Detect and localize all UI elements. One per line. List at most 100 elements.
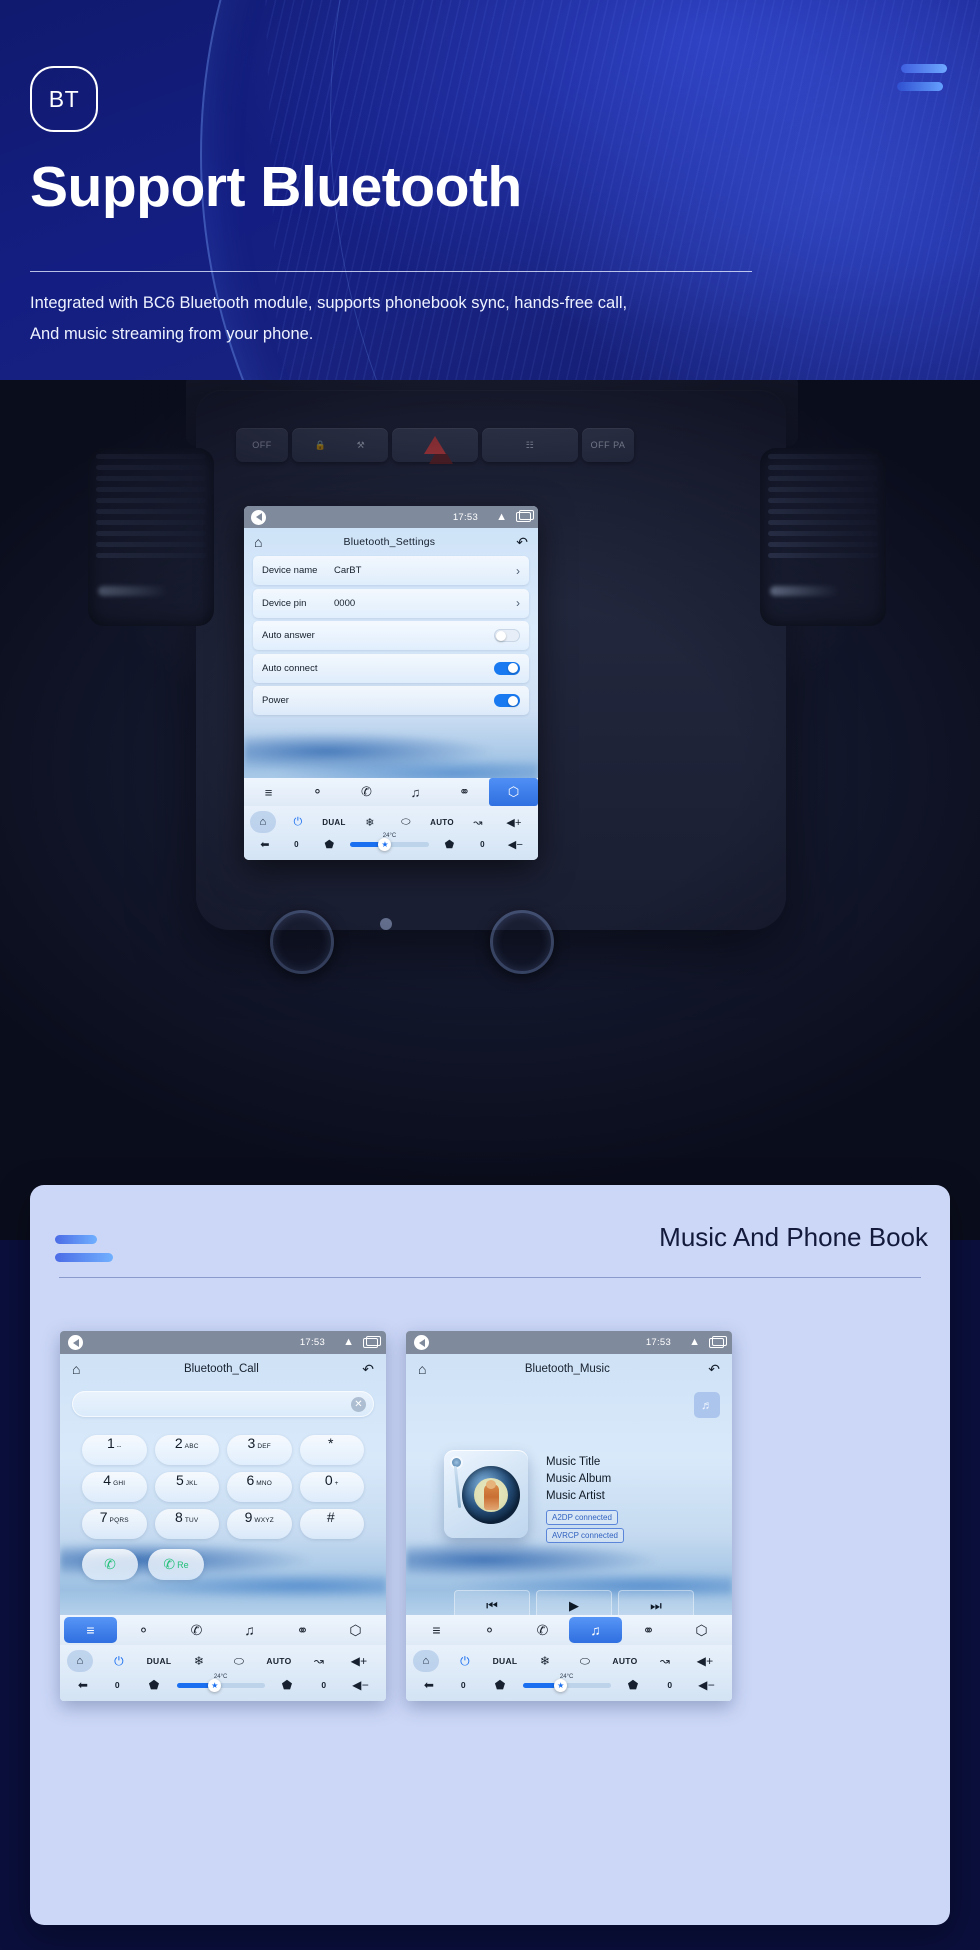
seat-heat-right-icon[interactable]: ⬟ — [433, 838, 466, 851]
temperature-slider-knob[interactable]: ★ — [208, 1678, 222, 1692]
volume-up-icon[interactable]: ◀+ — [496, 816, 532, 829]
climate-auto-button[interactable]: AUTO — [259, 1656, 299, 1666]
temperature-slider-knob[interactable]: ★ — [554, 1678, 568, 1692]
seat-heat-left-icon[interactable]: ⬟ — [482, 1678, 519, 1692]
climate-airflow-icon[interactable]: ↝ — [460, 816, 496, 829]
dock-phone-icon[interactable]: ✆ — [342, 778, 391, 806]
chevron-up-icon[interactable]: ▲ — [689, 1337, 700, 1348]
setting-row-device-name[interactable]: Device name CarBT › — [253, 556, 529, 585]
fan-level-right[interactable]: 0 — [466, 840, 499, 849]
seat-heat-left-icon[interactable]: ⬟ — [313, 838, 346, 851]
home-icon[interactable]: ⌂ — [418, 1362, 426, 1376]
climate-home-icon[interactable]: ⌂ — [250, 811, 276, 833]
climate-defog-icon[interactable]: ⬭ — [219, 1654, 259, 1669]
key-4[interactable]: 4 GHI — [82, 1472, 147, 1502]
dock-settings-icon[interactable]: ⬡ — [489, 778, 538, 806]
climate-home-icon[interactable]: ⌂ — [413, 1650, 439, 1672]
fan-level-right[interactable]: 0 — [651, 1680, 688, 1690]
key-7[interactable]: 7 PQRS — [82, 1509, 147, 1539]
temperature-slider[interactable]: 24°C ★ — [176, 1674, 265, 1692]
status-back-icon[interactable] — [68, 1335, 83, 1350]
climate-dual-button[interactable]: DUAL — [485, 1656, 525, 1666]
seat-heat-left-icon[interactable]: ⬟ — [136, 1678, 173, 1692]
home-icon[interactable]: ⌂ — [72, 1362, 80, 1376]
dock-music-icon[interactable]: ♫ — [569, 1617, 622, 1643]
climate-defog-icon[interactable]: ⬭ — [388, 816, 424, 829]
key-1[interactable]: 1 -- — [82, 1435, 147, 1465]
climate-auto-button[interactable]: AUTO — [605, 1656, 645, 1666]
fan-level-left[interactable]: 0 — [280, 840, 313, 849]
key-hash[interactable]: # — [299, 1509, 364, 1539]
climate-airflow-icon[interactable]: ↝ — [299, 1654, 339, 1668]
auto-answer-toggle[interactable] — [494, 629, 520, 642]
climate-ac-snow-icon[interactable]: ❄ — [352, 816, 388, 829]
music-note-icon[interactable]: ♬ — [694, 1392, 720, 1418]
climate-defog-icon[interactable]: ⬭ — [565, 1654, 605, 1669]
climate-home-icon[interactable]: ⌂ — [67, 1650, 93, 1672]
key-9[interactable]: 9 WXYZ — [227, 1509, 292, 1539]
volume-down-icon[interactable]: ◀− — [499, 838, 532, 851]
seat-heat-right-icon[interactable]: ⬟ — [615, 1678, 652, 1692]
dock-contacts-icon[interactable]: ⚬ — [293, 778, 342, 806]
chevron-up-icon[interactable]: ▲ — [496, 511, 507, 523]
volume-up-icon[interactable]: ◀+ — [339, 1654, 379, 1668]
dock-apps-icon[interactable]: ≡ — [244, 778, 293, 806]
climate-dual-button[interactable]: DUAL — [316, 818, 352, 827]
dock-phone-icon[interactable]: ✆ — [516, 1616, 569, 1644]
volume-down-icon[interactable]: ◀− — [342, 1678, 379, 1692]
return-arrow-icon[interactable]: ↶ — [516, 535, 528, 549]
climate-dual-button[interactable]: DUAL — [139, 1656, 179, 1666]
dock-settings-icon[interactable]: ⬡ — [675, 1616, 728, 1644]
key-3[interactable]: 3 DEF — [227, 1435, 292, 1465]
climate-back-icon[interactable]: ⬅ — [67, 1678, 99, 1692]
key-2[interactable]: 2 ABC — [154, 1435, 219, 1465]
dock-contacts-icon[interactable]: ⚬ — [463, 1616, 516, 1644]
climate-power-icon[interactable]: ⏻ — [280, 816, 316, 829]
status-back-icon[interactable] — [251, 509, 266, 525]
dock-apps-icon[interactable]: ≡ — [64, 1617, 117, 1643]
seat-heat-right-icon[interactable]: ⬟ — [269, 1678, 306, 1692]
home-icon[interactable]: ⌂ — [254, 535, 262, 549]
climate-ac-snow-icon[interactable]: ❄ — [179, 1654, 219, 1668]
fan-level-right[interactable]: 0 — [305, 1680, 342, 1690]
setting-row-auto-answer[interactable]: Auto answer — [253, 621, 529, 650]
climate-back-icon[interactable]: ⬅ — [413, 1678, 445, 1692]
temperature-slider[interactable]: 24°C ★ — [522, 1674, 611, 1692]
volume-up-icon[interactable]: ◀+ — [685, 1654, 725, 1668]
dock-link-icon[interactable]: ⚭ — [440, 778, 489, 806]
key-6[interactable]: 6 MNO — [227, 1472, 292, 1502]
fan-level-left[interactable]: 0 — [99, 1680, 136, 1690]
recents-icon[interactable] — [709, 1335, 727, 1348]
fan-level-left[interactable]: 0 — [445, 1680, 482, 1690]
climate-power-icon[interactable]: ⏻ — [99, 1654, 139, 1669]
recents-icon[interactable] — [516, 510, 534, 522]
dock-link-icon[interactable]: ⚭ — [622, 1616, 675, 1644]
auto-connect-toggle[interactable] — [494, 661, 520, 675]
key-8[interactable]: 8 TUV — [154, 1509, 219, 1539]
dial-number-input[interactable]: ✕ — [72, 1391, 374, 1417]
key-0[interactable]: 0 + — [299, 1472, 364, 1502]
card-menu-icon[interactable] — [55, 1235, 115, 1271]
dock-contacts-icon[interactable]: ⚬ — [117, 1616, 170, 1644]
call-button[interactable]: ✆ — [82, 1549, 138, 1580]
chevron-up-icon[interactable]: ▲ — [343, 1337, 354, 1348]
climate-airflow-icon[interactable]: ↝ — [645, 1654, 685, 1668]
recents-icon[interactable] — [363, 1335, 381, 1348]
climate-power-icon[interactable]: ⏻ — [445, 1654, 485, 1669]
setting-row-device-pin[interactable]: Device pin 0000 › — [253, 588, 529, 618]
power-toggle[interactable] — [494, 694, 520, 707]
key-star[interactable]: * — [299, 1435, 364, 1465]
dock-settings-icon[interactable]: ⬡ — [329, 1616, 382, 1644]
temperature-slider[interactable]: 24°C ★ — [349, 833, 430, 851]
dock-apps-icon[interactable]: ≡ — [410, 1616, 463, 1644]
temperature-slider-knob[interactable]: ★ — [378, 837, 392, 851]
dock-music-icon[interactable]: ♫ — [223, 1616, 276, 1644]
status-back-icon[interactable] — [414, 1335, 429, 1350]
setting-row-power[interactable]: Power — [253, 686, 529, 715]
redial-button[interactable]: ✆ Re — [148, 1549, 204, 1580]
climate-auto-button[interactable]: AUTO — [424, 818, 460, 827]
key-5[interactable]: 5 JKL — [154, 1472, 219, 1502]
setting-row-auto-connect[interactable]: Auto connect — [253, 653, 529, 683]
climate-ac-snow-icon[interactable]: ❄ — [525, 1654, 565, 1668]
volume-down-icon[interactable]: ◀− — [688, 1678, 725, 1692]
